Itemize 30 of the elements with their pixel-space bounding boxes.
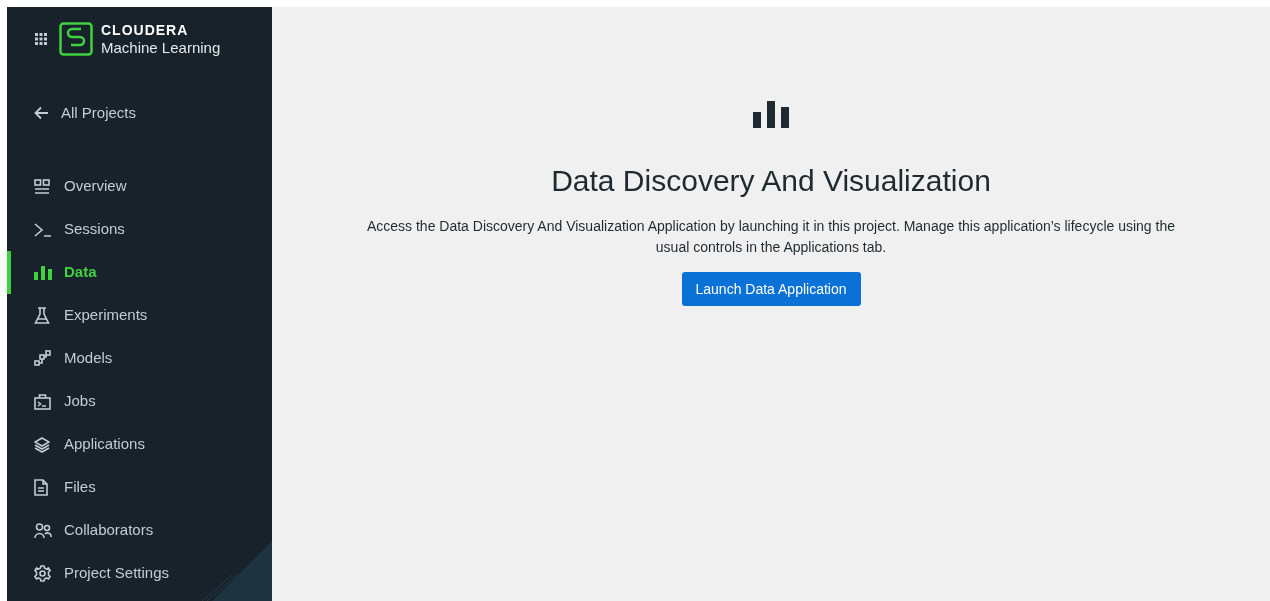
overview-icon <box>34 178 50 195</box>
sidebar-item[interactable]: Jobs <box>7 380 96 423</box>
app-grid-icon[interactable] <box>35 33 47 45</box>
people-icon <box>34 522 52 539</box>
sidebar-item[interactable]: Files <box>7 466 96 509</box>
nodes-icon <box>34 350 52 367</box>
launch-data-application-button[interactable]: Launch Data Application <box>681 272 861 306</box>
briefcase-terminal-icon <box>34 393 51 410</box>
sidebar-item[interactable]: Data <box>7 251 97 294</box>
sidebar-item[interactable]: Collaborators <box>7 509 154 552</box>
back-arrow-icon <box>34 106 49 120</box>
product-name: Machine Learning <box>101 39 221 56</box>
logo-icon <box>59 22 93 56</box>
brand-name: CLOUDERA <box>101 22 190 39</box>
bar-chart-icon <box>753 101 789 128</box>
settings-icon <box>34 565 51 582</box>
page-title: Data Discovery And Visualization <box>551 163 991 199</box>
sidebar-item[interactable]: Models <box>7 337 113 380</box>
all-projects-link[interactable]: All Projects <box>7 101 272 125</box>
sidebar-item[interactable]: Overview <box>7 165 127 208</box>
layers-icon <box>34 436 50 453</box>
terminal-prompt-icon <box>34 221 52 238</box>
sidebar-item[interactable]: Project Settings <box>7 552 170 595</box>
flask-icon <box>34 307 50 324</box>
sidebar-item[interactable]: Sessions <box>7 208 125 251</box>
document-icon <box>34 479 48 496</box>
sidebar-item[interactable]: Experiments <box>7 294 148 337</box>
description-text: Access the Data Discovery And Visualization Application by launching it in this project. Manage this application’s lifecycle using the usual controls in the Applications tab. <box>365 217 1176 257</box>
bar-chart-icon <box>34 265 52 280</box>
sidebar-item[interactable]: Applications <box>7 423 145 466</box>
